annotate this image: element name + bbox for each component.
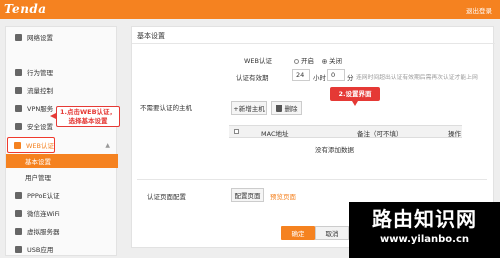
logout-link[interactable]: 退出登录 xyxy=(466,5,492,15)
sidebar-item-traffic-control[interactable]: 流量控制 xyxy=(6,82,118,98)
add-host-button[interactable]: +新增主机 xyxy=(231,101,267,115)
sidebar-item-label: PPPoE认证 xyxy=(27,192,60,200)
column-action: 操作 xyxy=(448,130,461,138)
minutes-unit: 分 xyxy=(347,74,354,82)
vpn-icon xyxy=(15,104,22,112)
validity-label: 认证有效期 xyxy=(236,74,269,82)
preview-page-link[interactable]: 预览页面 xyxy=(270,191,296,201)
empty-table-text: 没有添加数据 xyxy=(315,146,354,154)
sidebar-item-wechat-wifi[interactable]: 微信连WiFi xyxy=(6,205,118,221)
validity-hours-input[interactable]: 24 xyxy=(292,69,310,81)
watermark-title: 路由知识网 xyxy=(372,207,477,231)
sidebar-item-label: 用户管理 xyxy=(25,174,51,182)
chevron-up-icon: ▲ xyxy=(105,142,110,149)
hours-unit: 小时 xyxy=(313,74,326,82)
sidebar: 网络设置 行为管理 流量控制 VPN服务 安全设置 WEB认证 ▲ 基本设置 用… xyxy=(5,26,118,257)
configure-page-button[interactable]: 配置页面 xyxy=(231,188,264,202)
sidebar-item-label: 微信连WiFi xyxy=(27,210,60,218)
sidebar-item-pppoe[interactable]: PPPoE认证 xyxy=(6,187,118,203)
column-note: 备注（可不填） xyxy=(357,130,403,138)
sidebar-item-label: 虚拟服务器 xyxy=(27,228,60,236)
divider xyxy=(137,179,487,180)
step1-callout: 1.点击WEB认证， 选择基本设置 xyxy=(56,106,120,127)
step2-callout: 2.设置界面 xyxy=(330,87,380,101)
whitelist-table-header: MAC地址 备注（可不填） 操作 xyxy=(229,125,462,138)
column-mac: MAC地址 xyxy=(261,130,289,138)
panel-title: 基本设置 xyxy=(137,32,165,40)
validity-hint: 连网时间超出认证有效期后需再次认证才能上网 xyxy=(356,75,478,81)
trash-icon xyxy=(275,104,282,112)
pppoe-icon xyxy=(15,191,22,199)
sidebar-subitem-user-management[interactable]: 用户管理 xyxy=(6,170,118,184)
web-auth-off-radio[interactable]: 关闭 xyxy=(322,55,342,65)
watermark: 路由知识网 www.yilanbo.cn xyxy=(349,202,500,258)
sidebar-item-label: 流量控制 xyxy=(27,87,53,95)
arrow-left-icon xyxy=(50,113,56,119)
web-auth-on-radio[interactable]: 开启 xyxy=(294,55,314,65)
traffic-icon xyxy=(15,86,22,94)
divider xyxy=(132,43,495,44)
delete-button[interactable]: 删除 xyxy=(271,101,302,115)
sidebar-item-network-settings[interactable]: 网络设置 xyxy=(6,29,118,45)
web-auth-label: WEB认证 xyxy=(244,57,272,65)
sidebar-item-label: VPN服务 xyxy=(27,105,54,113)
usb-icon xyxy=(15,245,22,253)
auth-page-label: 认证页面配置 xyxy=(147,193,186,201)
sidebar-item-virtual-server[interactable]: 虚拟服务器 xyxy=(6,223,118,239)
wechat-icon xyxy=(15,209,22,217)
whitelist-label: 不需要认证的主机 xyxy=(140,104,192,112)
tenda-logo: Tenda xyxy=(4,2,47,16)
sidebar-item-label: 基本设置 xyxy=(25,158,51,166)
arrow-down-icon xyxy=(352,101,358,106)
user-control-icon xyxy=(15,68,22,76)
sidebar-item-usb[interactable]: USB应用 xyxy=(6,241,118,257)
sidebar-item-behavior-management[interactable]: 行为管理 xyxy=(6,64,118,80)
web-auth-icon xyxy=(14,141,21,149)
select-all-checkbox[interactable] xyxy=(234,129,239,134)
sidebar-item-label: 安全设置 xyxy=(27,123,53,131)
top-bar: Tenda 退出登录 xyxy=(0,0,500,19)
sidebar-item-label: USB应用 xyxy=(27,246,54,254)
sidebar-item-label: WEB认证 xyxy=(26,142,54,150)
server-icon xyxy=(15,227,22,235)
watermark-url: www.yilanbo.cn xyxy=(380,234,469,245)
validity-minutes-input[interactable]: 0 xyxy=(327,69,345,81)
cancel-button[interactable]: 取消 xyxy=(315,226,349,240)
sidebar-subitem-basic-settings[interactable]: 基本设置 xyxy=(6,154,118,168)
sidebar-item-web-auth[interactable]: WEB认证 xyxy=(7,137,55,153)
globe-icon xyxy=(15,33,22,41)
sidebar-item-label: 网络设置 xyxy=(27,34,53,42)
sidebar-item-label: 行为管理 xyxy=(27,69,53,77)
ok-button[interactable]: 确定 xyxy=(281,226,315,240)
shield-icon xyxy=(15,122,22,130)
